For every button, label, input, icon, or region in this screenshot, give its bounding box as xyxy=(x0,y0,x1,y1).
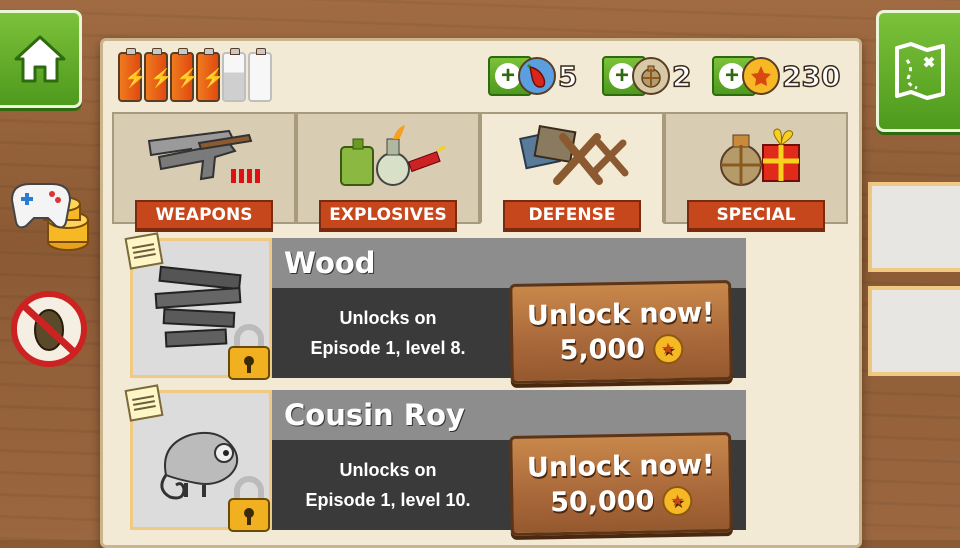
battery-icon xyxy=(248,48,272,102)
tab-defense[interactable]: DEFENSE xyxy=(480,112,664,230)
right-slot-1[interactable] xyxy=(868,182,960,272)
tab-explosives[interactable]: EXPLOSIVES xyxy=(296,112,480,230)
price-value: 50,000 xyxy=(549,485,655,519)
unlock-now-button[interactable]: Unlock now! 5,000 ★ xyxy=(509,280,733,384)
no-ads-icon xyxy=(11,291,87,367)
coin-icon xyxy=(742,57,780,95)
unlock-line-2: Episode 1, level 8. xyxy=(310,338,466,358)
item-body: Unlocks on Episode 1, level 10. Unlock n… xyxy=(272,432,746,536)
unlock-button-label: Unlock now! xyxy=(526,449,715,484)
item-body: Unlocks on Episode 1, level 8. Unlock no… xyxy=(272,280,746,384)
get-coins-button[interactable] xyxy=(8,170,90,265)
sack-count: 2 xyxy=(671,59,692,94)
chili-icon xyxy=(518,57,556,95)
category-tabs: WEAPONS EXPLOSIVES DEFENSE SPECIAL xyxy=(112,112,848,230)
map-button[interactable] xyxy=(876,10,960,132)
battery-icon: ⚡ xyxy=(118,48,146,102)
tab-weapons-label: WEAPONS xyxy=(135,200,273,230)
explosives-icon xyxy=(340,125,446,186)
tab-special-label: SPECIAL xyxy=(687,200,825,230)
chili-counter: + 5 xyxy=(488,56,578,96)
home-button[interactable] xyxy=(0,10,82,108)
coin-count: 230 xyxy=(781,59,841,94)
unlock-line-2: Episode 1, level 10. xyxy=(305,490,471,510)
wood-barricade-icon xyxy=(519,124,629,185)
tab-special[interactable]: SPECIAL xyxy=(664,112,848,230)
guns-icon xyxy=(147,129,260,183)
gift-icon xyxy=(720,128,800,186)
item-thumbnail xyxy=(124,384,272,532)
lock-icon xyxy=(228,476,270,532)
battery-icon: ⚡ xyxy=(196,48,224,102)
unlock-now-button[interactable]: Unlock now! 50,000 ★ xyxy=(509,432,733,536)
price-value: 5,000 xyxy=(559,333,646,367)
item-thumbnail xyxy=(124,232,272,380)
coin-counter: + 230 xyxy=(712,56,841,96)
lock-icon xyxy=(228,324,270,380)
home-icon xyxy=(14,35,65,83)
tab-weapons[interactable]: WEAPONS xyxy=(112,112,296,230)
item-title: Wood xyxy=(284,246,376,280)
unlock-line-1: Unlocks on xyxy=(339,460,437,480)
info-note-icon[interactable] xyxy=(124,384,164,422)
sack-counter: + 2 xyxy=(602,56,692,96)
unlock-price: 5,000 ★ xyxy=(559,333,684,367)
right-slot-2[interactable] xyxy=(868,286,960,376)
unlock-requirement: Unlocks on Episode 1, level 8. xyxy=(272,288,504,378)
tab-defense-label: DEFENSE xyxy=(503,200,641,230)
treasure-map-icon xyxy=(894,42,945,100)
shop-item-cousin-roy: Cousin Roy Unlocks on Episode 1, level 1… xyxy=(124,384,746,536)
shop-item-wood: Wood Unlocks on Episode 1, level 8. Unlo… xyxy=(124,232,746,384)
unlock-requirement: Unlocks on Episode 1, level 10. xyxy=(272,440,504,530)
coin-icon: ★ xyxy=(652,333,684,364)
unlock-price: 50,000 ★ xyxy=(550,485,693,518)
unlock-line-1: Unlocks on xyxy=(339,308,437,328)
gamepad-coins-icon xyxy=(10,183,89,251)
unlock-button-label: Unlock now! xyxy=(526,297,715,332)
no-ads-button[interactable] xyxy=(10,290,88,368)
coin-icon: ★ xyxy=(662,485,693,516)
battery-icon: ⚡ xyxy=(170,48,198,102)
sack-icon xyxy=(632,57,670,95)
battery-icon: ⚡ xyxy=(144,48,172,102)
battery-icon xyxy=(222,48,246,102)
energy-meter: ⚡ ⚡ ⚡ ⚡ xyxy=(118,48,272,102)
item-title: Cousin Roy xyxy=(284,398,465,432)
tab-explosives-label: EXPLOSIVES xyxy=(319,200,457,230)
chili-count: 5 xyxy=(557,59,578,94)
info-note-icon[interactable] xyxy=(124,232,164,270)
